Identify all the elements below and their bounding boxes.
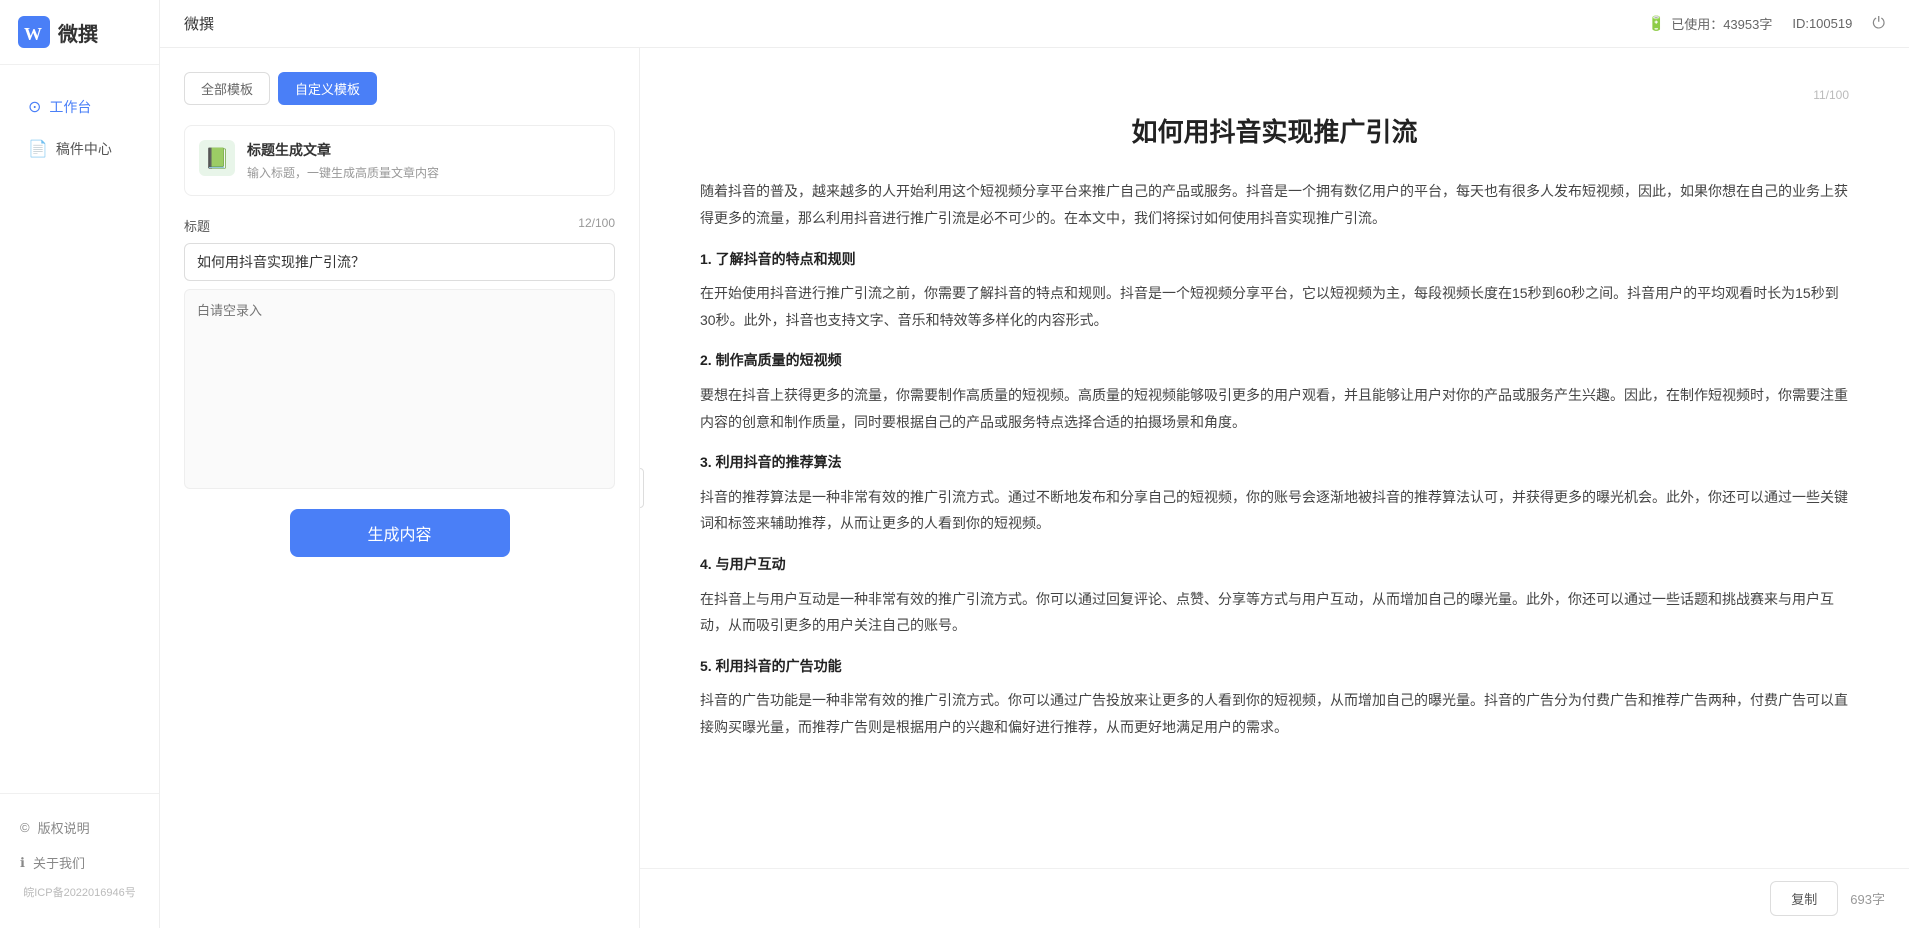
article-wrapper: 11/100 如何用抖音实现推广引流 随着抖音的普及，越来越多的人开始利用这个短… [640,48,1909,868]
title-char-count: 12/100 [578,216,615,235]
main: 微撰 🔋 已使用：43953字 ID:100519 ⏻ 全部模板 自定义模板 📗 [160,0,1909,928]
section-5-body: 抖音的广告功能是一种非常有效的推广引流方式。你可以通过广告投放来让更多的人看到你… [700,687,1849,740]
svg-text:W: W [24,24,42,44]
usage-info: 🔋 已使用：43953字 [1648,14,1773,33]
section-2-body: 要想在抖音上获得更多的流量，你需要制作高质量的短视频。高质量的短视频能够吸引更多… [700,382,1849,435]
app-name: 微撰 [58,18,98,47]
section-4-title: 4. 与用户互动 [700,551,1849,578]
template-card-icon: 📗 [199,140,235,176]
sidebar-nav: ⊙ 工作台 📄 稿件中心 [0,65,159,793]
sidebar-label-drafts: 稿件中心 [56,139,112,159]
topbar-title: 微撰 [184,13,214,34]
about-label: 关于我们 [33,853,85,872]
page-number: 11/100 [700,88,1849,102]
sidebar-item-drafts[interactable]: 📄 稿件中心 [8,129,151,169]
sidebar-item-about[interactable]: ℹ 关于我们 [0,845,159,880]
section-2-title: 2. 制作高质量的短视频 [700,347,1849,374]
generate-button[interactable]: 生成内容 [290,509,510,557]
content-textarea[interactable] [184,289,615,489]
workbench-icon: ⊙ [28,97,41,117]
sidebar: W 微撰 ⊙ 工作台 📄 稿件中心 © 版权说明 ℹ 关于我们 皖ICP备202… [0,0,160,928]
section-1-title: 1. 了解抖音的特点和规则 [700,246,1849,273]
id-label: ID:100519 [1792,16,1852,31]
doc-icon: 📗 [205,146,230,171]
copyright-icon: © [20,820,30,835]
tab-all-templates[interactable]: 全部模板 [184,72,270,105]
section-1-body: 在开始使用抖音进行推广引流之前，你需要了解抖音的特点和规则。抖音是一个短视频分享… [700,280,1849,333]
usage-label: 已使用：43953字 [1671,14,1772,33]
tab-custom-templates[interactable]: 自定义模板 [278,72,377,105]
section-3-title: 3. 利用抖音的推荐算法 [700,449,1849,476]
template-tabs: 全部模板 自定义模板 [184,72,615,105]
template-card-desc: 输入标题，一键生成高质量文章内容 [247,164,600,181]
logo-icon: W [18,16,50,48]
left-panel: 全部模板 自定义模板 📗 标题生成文章 输入标题，一键生成高质量文章内容 标题 … [160,48,640,928]
section-4-body: 在抖音上与用户互动是一种非常有效的推广引流方式。你可以通过回复评论、点赞、分享等… [700,586,1849,639]
section-3-body: 抖音的推荐算法是一种非常有效的推广引流方式。通过不断地发布和分享自己的短视频，你… [700,484,1849,537]
article-body: 随着抖音的普及，越来越多的人开始利用这个短视频分享平台来推广自己的产品或服务。抖… [700,178,1849,740]
sidebar-label-workbench: 工作台 [49,97,91,117]
title-label: 标题 [184,216,210,235]
collapse-button[interactable]: ◀ [640,468,644,508]
template-card-title: 标题生成文章 [247,140,600,160]
section-5-title: 5. 利用抖音的广告功能 [700,653,1849,680]
content-area: 全部模板 自定义模板 📗 标题生成文章 输入标题，一键生成高质量文章内容 标题 … [160,48,1909,928]
template-card-info: 标题生成文章 输入标题，一键生成高质量文章内容 [247,140,600,181]
title-label-row: 标题 12/100 [184,216,615,235]
title-input[interactable] [184,243,615,281]
topbar-right: 🔋 已使用：43953字 ID:100519 ⏻ [1648,14,1885,33]
copyright-label: 版权说明 [38,818,90,837]
topbar: 微撰 🔋 已使用：43953字 ID:100519 ⏻ [160,0,1909,48]
right-panel: ◀ 11/100 如何用抖音实现推广引流 随着抖音的普及，越来越多的人开始利用这… [640,48,1909,928]
article-footer: 复制 693字 [640,868,1909,928]
copy-button[interactable]: 复制 [1770,881,1838,916]
word-count: 693字 [1850,889,1885,908]
sidebar-bottom: © 版权说明 ℹ 关于我们 皖ICP备2022016946号 [0,793,159,928]
icp-text: 皖ICP备2022016946号 [0,880,159,904]
logo-area: W 微撰 [0,0,159,65]
drafts-icon: 📄 [28,139,48,159]
about-icon: ℹ [20,855,25,871]
sidebar-item-copyright[interactable]: © 版权说明 [0,810,159,845]
usage-icon: 🔋 [1648,15,1665,32]
article-intro: 随着抖音的普及，越来越多的人开始利用这个短视频分享平台来推广自己的产品或服务。抖… [700,178,1849,231]
power-button[interactable]: ⏻ [1872,15,1885,33]
article-title: 如何用抖音实现推广引流 [700,114,1849,150]
sidebar-item-workbench[interactable]: ⊙ 工作台 [8,87,151,127]
template-card-title-article[interactable]: 📗 标题生成文章 输入标题，一键生成高质量文章内容 [184,125,615,196]
